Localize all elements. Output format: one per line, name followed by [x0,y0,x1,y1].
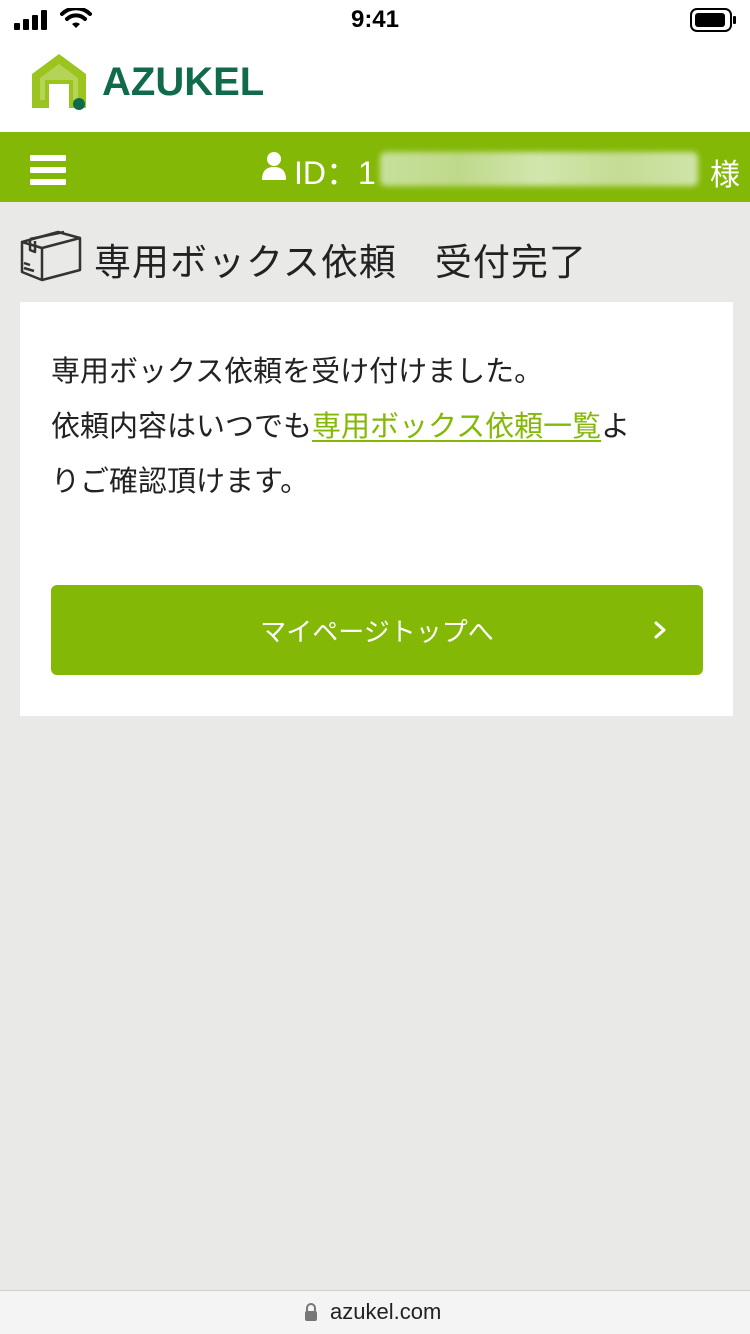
message-line-2-suffix: よ [601,409,631,443]
user-id-redacted [380,152,698,186]
status-bar: 9:41 [0,0,750,40]
url-text: azukel.com [330,1299,442,1324]
box-request-list-link[interactable]: 専用ボックス依頼一覧 [312,409,601,443]
message-line-1: 専用ボックス依頼を受け付けました。 [51,354,544,388]
page-title-row: 専用ボックス依頼 受付完了 [20,226,730,284]
logo-house-icon[interactable] [28,50,90,112]
message-line-2: 依頼内容はいつでも専用ボックス依頼一覧よ [51,399,711,454]
completion-message: 専用ボックス依頼を受け付けました。 依頼内容はいつでも専用ボックス依頼一覧よ り… [51,344,711,509]
message-line-2-prefix: 依頼内容はいつでも [51,409,313,443]
chevron-right-icon [654,621,666,639]
box-icon [20,230,82,282]
battery-icon [690,8,736,32]
mypage-top-button[interactable]: マイページトップへ [51,585,703,675]
menu-icon[interactable] [30,155,66,187]
page-title: 専用ボックス依頼 受付完了 [94,241,587,284]
nav-bar: ID：1 様 [0,132,750,202]
browser-url-bar[interactable]: azukel.com [0,1290,750,1334]
app-header: AZUKEL [0,40,750,132]
completion-card: 専用ボックス依頼を受け付けました。 依頼内容はいつでも専用ボックス依頼一覧よ り… [20,302,733,716]
user-id-display: ID：1 様 [262,148,742,193]
status-time: 9:41 [350,6,400,33]
lock-icon [305,1303,317,1321]
honorific-label: 様 [710,158,740,193]
logo-text[interactable]: AZUKEL [102,60,264,105]
user-id-label: ID：1 [294,155,376,191]
mypage-top-button-label: マイページトップへ [260,616,494,647]
user-icon [262,152,286,180]
message-line-3: りご確認頂けます。 [51,464,310,498]
